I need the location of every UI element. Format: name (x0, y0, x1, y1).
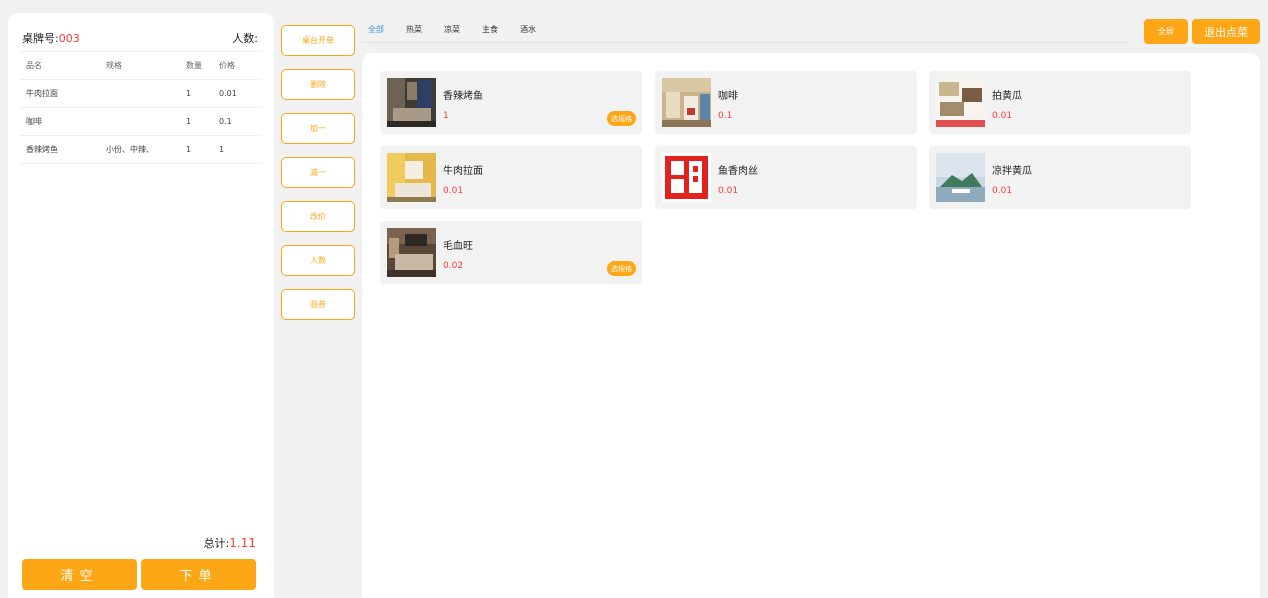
row-spec (106, 107, 186, 136)
exit-ordering-button[interactable]: 退出点菜 (1192, 19, 1260, 44)
verify-coupon-button[interactable]: 验券 (281, 289, 355, 320)
dish-card[interactable]: 香辣烤鱼 1 选规格 (380, 71, 642, 134)
change-price-button[interactable]: 改价 (281, 201, 355, 232)
dish-price: 1 (443, 111, 449, 121)
table-info: 桌牌号:003 人数: (22, 30, 260, 50)
dish-card[interactable]: 鱼香肉丝 0.01 (655, 146, 917, 209)
add-one-button[interactable]: 加一 (281, 113, 355, 144)
tab-all[interactable]: 全部 (362, 22, 390, 42)
choose-spec-button[interactable]: 选规格 (607, 111, 636, 126)
dish-image (387, 78, 436, 127)
row-price: 0.1 (219, 107, 262, 136)
row-qty: 1 (186, 79, 219, 108)
dish-image (387, 153, 436, 202)
dish-name: 拍黄瓜 (992, 91, 1022, 102)
header-price: 价格 (219, 51, 262, 80)
dish-card[interactable]: 拍黄瓜 0.01 (929, 71, 1191, 134)
row-name: 香辣烤鱼 (20, 135, 106, 164)
dish-card[interactable]: 牛肉拉面 0.01 (380, 146, 642, 209)
dish-card[interactable]: 毛血旺 0.02 选规格 (380, 221, 642, 284)
tab-hot-dishes[interactable]: 热菜 (400, 22, 428, 42)
dish-price: 0.01 (992, 111, 1013, 121)
dish-price: 0.1 (718, 111, 733, 121)
dish-price: 0.01 (718, 186, 739, 196)
row-price: 1 (219, 135, 262, 164)
dish-name: 毛血旺 (443, 241, 473, 252)
dish-name: 凉拌黄瓜 (992, 166, 1032, 177)
row-price: 0.01 (219, 79, 262, 108)
people-button[interactable]: 人数 (281, 245, 355, 276)
tab-staple-food[interactable]: 主食 (476, 22, 504, 42)
menu-panel: 香辣烤鱼 1 选规格 咖啡 0.1 拍黄瓜 0.01 牛肉拉面 0.01 鱼香肉… (362, 53, 1260, 598)
row-qty: 1 (186, 107, 219, 136)
dish-price: 0.02 (443, 261, 464, 271)
row-spec: 小份、中辣、 (106, 135, 186, 164)
dish-card[interactable]: 咖啡 0.1 (655, 71, 917, 134)
row-qty: 1 (186, 135, 219, 164)
order-total: 总计:1.11 (204, 535, 256, 551)
dish-name: 牛肉拉面 (443, 166, 483, 177)
tab-drinks[interactable]: 酒水 (514, 22, 542, 42)
delete-button[interactable]: 删除 (281, 69, 355, 100)
header-name: 品名 (20, 51, 106, 80)
table-number: 桌牌号:003 (22, 30, 80, 46)
people-count[interactable]: 人数: (232, 30, 258, 46)
table-row[interactable]: 咖啡 1 0.1 (20, 107, 262, 136)
order-table: 品名 规格 数量 价格 牛肉拉面 1 0.01 咖啡 1 0.1 香辣烤鱼 小份… (20, 51, 262, 164)
table-number-label: 桌牌号: (22, 32, 59, 45)
order-panel: 桌牌号:003 人数: 品名 规格 数量 价格 牛肉拉面 1 0.01 咖啡 1 (8, 13, 274, 598)
dish-price: 0.01 (992, 186, 1013, 196)
row-spec (106, 79, 186, 108)
dish-image (936, 78, 985, 127)
order-table-header: 品名 规格 数量 价格 (20, 51, 262, 80)
submit-order-button[interactable]: 下单 (141, 559, 256, 590)
action-column: 桌台开单 删除 加一 减一 改价 人数 验券 (281, 25, 355, 333)
table-row[interactable]: 牛肉拉面 1 0.01 (20, 79, 262, 108)
clear-button[interactable]: 清空 (22, 559, 137, 590)
choose-spec-button[interactable]: 选规格 (607, 261, 636, 276)
table-number-value: 003 (58, 32, 80, 45)
dish-name: 咖啡 (718, 91, 738, 102)
dish-image (662, 78, 711, 127)
category-tabs: 全部 热菜 凉菜 主食 酒水 (362, 22, 1128, 43)
open-table-button[interactable]: 桌台开单 (281, 25, 355, 56)
dish-image (387, 228, 436, 277)
red-logo-icon (662, 153, 711, 202)
dish-image (936, 153, 985, 202)
dish-card[interactable]: 凉拌黄瓜 0.01 (929, 146, 1191, 209)
row-name: 牛肉拉面 (20, 79, 106, 108)
table-row[interactable]: 香辣烤鱼 小份、中辣、 1 1 (20, 135, 262, 164)
row-name: 咖啡 (20, 107, 106, 136)
dish-price: 0.01 (443, 186, 464, 196)
total-value: 1.11 (229, 536, 256, 550)
tab-cold-dishes[interactable]: 凉菜 (438, 22, 466, 42)
fullscreen-button[interactable]: 全屏 (1144, 19, 1188, 44)
dish-name: 香辣烤鱼 (443, 91, 483, 102)
minus-one-button[interactable]: 减一 (281, 157, 355, 188)
header-spec: 规格 (106, 51, 186, 80)
dish-name: 鱼香肉丝 (718, 166, 758, 177)
total-label: 总计: (203, 537, 230, 550)
header-qty: 数量 (186, 51, 219, 80)
